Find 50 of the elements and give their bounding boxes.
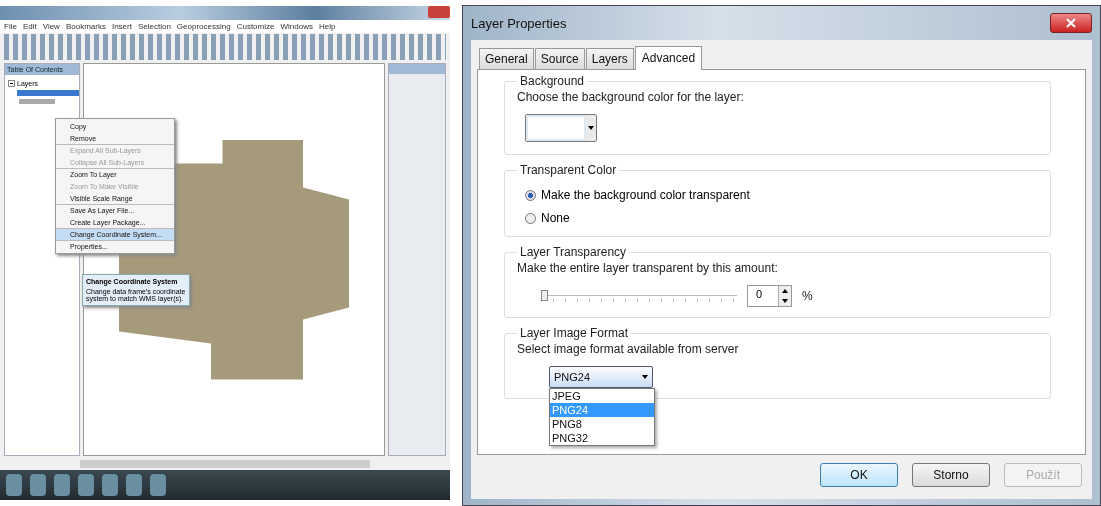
menu-item[interactable]: Customize [236,22,275,31]
panel-title-bar [389,64,445,74]
close-button[interactable] [1050,13,1092,33]
caret-icon[interactable] [588,126,594,130]
menu-item[interactable]: File [4,22,17,31]
field-label: Choose the background color for the layer: [517,90,745,104]
menu-item[interactable]: Windows [280,22,313,31]
color-picker[interactable] [525,114,597,142]
group-title: Layer Image Format [519,326,630,340]
taskbar-app-icon[interactable] [78,474,94,496]
menu-item[interactable]: View [42,22,60,31]
up-arrow-icon[interactable] [782,289,788,293]
group-title: Background [519,74,586,88]
dialog-button[interactable]: OK [820,463,898,487]
radio-option[interactable]: Make the background color transparent [525,188,1038,202]
tab[interactable]: Advanced [634,46,703,70]
tab[interactable]: Source [534,48,585,69]
taskbar-app-icon[interactable] [150,474,166,496]
scroll-bar[interactable] [80,460,370,468]
menu-item[interactable]: Selection [137,22,171,31]
taskbar-app-icon[interactable] [126,474,142,496]
close-icon[interactable] [1066,18,1076,28]
dropdown-option[interactable]: PNG32 [550,431,654,445]
caret-icon[interactable] [642,375,648,379]
down-arrow-icon[interactable] [782,299,788,303]
field-label: Select image format available from server [517,342,740,356]
group-title: Transparent Color [519,163,618,177]
dropdown-option[interactable]: JPEG [550,389,654,403]
menu-item[interactable]: Edit [22,22,37,31]
group-title: Layer Transparency [519,245,628,259]
window-title: Layer Properties [471,15,567,31]
taskbar-app-icon[interactable] [6,474,22,496]
menu-item[interactable]: Bookmarks [65,22,106,31]
menu-item[interactable]: Geoprocessing [176,22,231,31]
taskbar-app-icon[interactable] [30,474,46,496]
slider-thumb[interactable] [541,290,548,301]
dialog-button[interactable]: Storno [912,463,990,487]
field-label: Make the entire layer transparent by this amount: [517,261,779,275]
tab[interactable]: Layers [585,48,634,69]
unit-label: % [802,289,813,303]
spin-box[interactable]: 0 [747,285,792,307]
menu-item[interactable]: Insert [111,22,132,31]
collapse-icon[interactable] [8,80,15,87]
taskbar-app-icon[interactable] [102,474,118,496]
tab[interactable]: General [479,48,534,69]
format-dropdown[interactable]: PNG24 [549,366,653,388]
dropdown-option[interactable]: PNG8 [550,417,654,431]
radio-option[interactable]: None [525,211,1038,225]
taskbar-app-icon[interactable] [54,474,70,496]
menu-item[interactable]: Help [318,22,336,31]
